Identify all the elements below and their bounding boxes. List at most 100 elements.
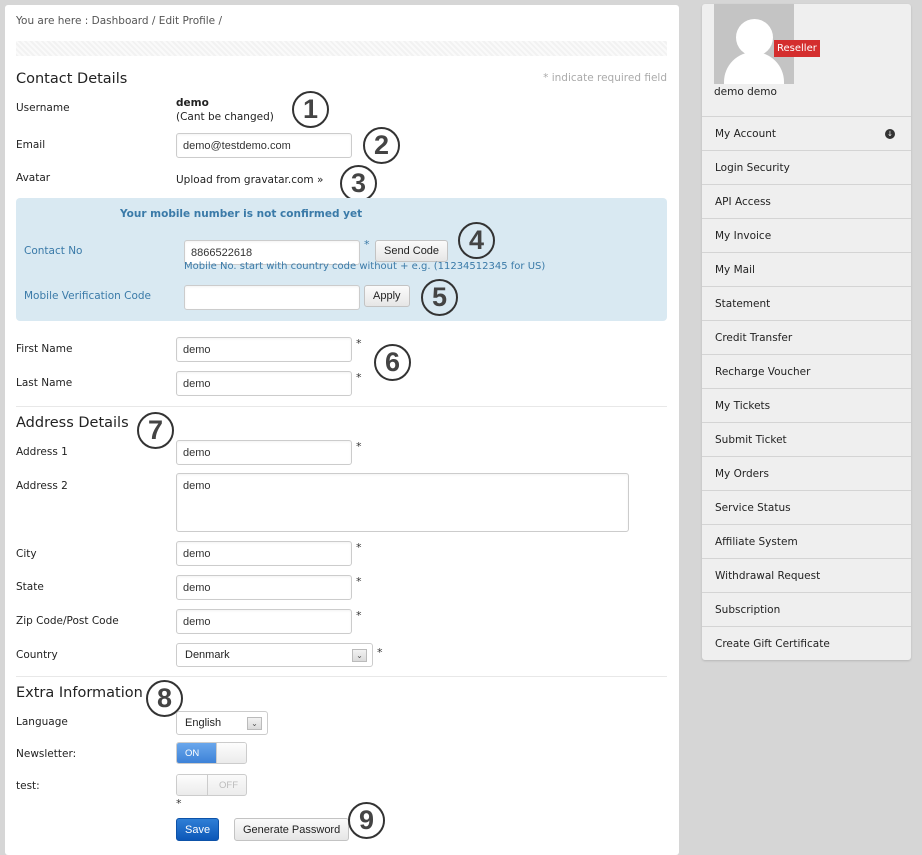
verification-code-input[interactable] <box>184 285 360 310</box>
download-arrow-icon: ↓ <box>885 129 895 139</box>
sidebar-item-label: My Mail <box>715 264 755 276</box>
mobile-verification-box: Your mobile number is not confirmed yet … <box>16 198 667 321</box>
required-mark: * <box>356 609 362 622</box>
test-toggle[interactable]: OFF <box>176 774 247 796</box>
sidebar-item-my-mail[interactable]: My Mail <box>702 252 911 286</box>
last-name-label: Last Name <box>16 377 73 389</box>
sidebar-item-my-orders[interactable]: My Orders <box>702 456 911 490</box>
toggle-on-label: ON <box>177 743 217 763</box>
main-panel: You are here : Dashboard / Edit Profile … <box>5 5 679 855</box>
test-label: test: <box>16 780 40 792</box>
save-button[interactable]: Save <box>176 818 220 841</box>
sidebar-item-create-gift-certificate[interactable]: Create Gift Certificate <box>702 626 911 660</box>
breadcrumb: You are here : Dashboard / Edit Profile … <box>16 15 223 27</box>
sidebar-item-label: Withdrawal Request <box>715 570 821 582</box>
sidebar-item-label: Subscription <box>715 604 781 616</box>
sidebar-item-credit-transfer[interactable]: Credit Transfer <box>702 320 911 354</box>
required-mark: * <box>364 238 370 251</box>
sidebar-item-withdrawal-request[interactable]: Withdrawal Request <box>702 558 911 592</box>
email-input[interactable] <box>176 133 352 158</box>
chevron-down-icon: ⌄ <box>247 717 262 730</box>
required-mark: * <box>356 440 362 453</box>
city-label: City <box>16 548 37 560</box>
sidebar-item-label: Credit Transfer <box>715 332 793 344</box>
language-select[interactable]: English ⌄ <box>176 711 268 735</box>
sidebar-item-label: Affiliate System <box>715 536 798 548</box>
avatar-placeholder-icon <box>736 19 773 56</box>
callout-7: 7 <box>137 412 174 449</box>
apply-button[interactable]: Apply <box>364 285 410 307</box>
sidebar-item-my-tickets[interactable]: My Tickets <box>702 388 911 422</box>
first-name-input[interactable] <box>176 337 352 362</box>
zip-label: Zip Code/Post Code <box>16 615 119 627</box>
section-divider <box>16 676 667 677</box>
address2-label: Address 2 <box>16 480 68 492</box>
sidebar-item-my-invoice[interactable]: My Invoice <box>702 218 911 252</box>
sidebar-item-api-access[interactable]: API Access <box>702 184 911 218</box>
sidebar: Reseller demo demo My Account ↓ Login Sec… <box>702 4 911 660</box>
newsletter-toggle[interactable]: ON <box>176 742 247 764</box>
sidebar-item-label: Create Gift Certificate <box>715 638 830 650</box>
generate-password-button[interactable]: Generate Password <box>234 818 350 841</box>
required-mark: * <box>377 646 383 659</box>
country-label: Country <box>16 649 58 661</box>
country-select[interactable]: Denmark ⌄ <box>176 643 373 667</box>
callout-5: 5 <box>421 279 458 316</box>
required-mark: * <box>356 371 362 384</box>
required-mark: * <box>356 541 362 554</box>
mobile-unconfirmed-warning: Your mobile number is not confirmed yet <box>120 208 363 220</box>
last-name-input[interactable] <box>176 371 352 396</box>
callout-3: 3 <box>340 165 377 202</box>
state-label: State <box>16 581 44 593</box>
sidebar-item-label: Submit Ticket <box>715 434 787 446</box>
state-input[interactable] <box>176 575 352 600</box>
address-details-heading: Address Details <box>16 415 129 431</box>
sidebar-item-submit-ticket[interactable]: Submit Ticket <box>702 422 911 456</box>
sidebar-item-recharge-voucher[interactable]: Recharge Voucher <box>702 354 911 388</box>
send-code-button[interactable]: Send Code <box>375 240 449 262</box>
address1-input[interactable] <box>176 440 352 465</box>
username-value: demo <box>176 97 209 109</box>
callout-4: 4 <box>458 222 495 259</box>
sidebar-item-label: My Account <box>715 128 777 140</box>
sidebar-item-label: My Orders <box>715 468 769 480</box>
first-name-label: First Name <box>16 343 73 355</box>
language-label: Language <box>16 716 68 728</box>
sidebar-item-label: API Access <box>715 196 771 208</box>
required-mark: * <box>176 797 182 810</box>
user-name: demo demo <box>714 86 777 98</box>
callout-6: 6 <box>374 344 411 381</box>
username-note: (Cant be changed) <box>176 111 274 123</box>
sidebar-item-label: Statement <box>715 298 771 310</box>
sidebar-item-my-account[interactable]: My Account ↓ <box>702 116 911 150</box>
language-selected-value: English <box>185 717 222 729</box>
contact-no-hint: Mobile No. start with country code witho… <box>184 261 546 272</box>
callout-9: 9 <box>348 802 385 839</box>
sidebar-item-login-security[interactable]: Login Security <box>702 150 911 184</box>
reseller-badge: Reseller <box>774 40 820 57</box>
newsletter-label: Newsletter: <box>16 748 77 760</box>
contact-details-heading: Contact Details <box>16 71 128 87</box>
avatar-label: Avatar <box>16 172 51 184</box>
sidebar-item-label: Service Status <box>715 502 791 514</box>
extra-information-heading: Extra Information <box>16 685 143 701</box>
zip-input[interactable] <box>176 609 352 634</box>
sidebar-item-label: Login Security <box>715 162 790 174</box>
contact-no-label: Contact No <box>24 245 83 257</box>
sidebar-menu: My Account ↓ Login Security API Access My… <box>702 116 911 660</box>
email-label: Email <box>16 139 46 151</box>
city-input[interactable] <box>176 541 352 566</box>
toggle-off-label: OFF <box>219 780 238 791</box>
verification-code-label: Mobile Verification Code <box>24 290 151 302</box>
toggle-knob <box>216 743 246 763</box>
sidebar-item-statement[interactable]: Statement <box>702 286 911 320</box>
country-selected-value: Denmark <box>185 649 230 661</box>
sidebar-item-affiliate-system[interactable]: Affiliate System <box>702 524 911 558</box>
sidebar-item-service-status[interactable]: Service Status <box>702 490 911 524</box>
gravatar-upload-link[interactable]: Upload from gravatar.com » <box>176 174 323 186</box>
divider-stripe <box>16 41 667 56</box>
toggle-knob <box>177 775 208 795</box>
sidebar-item-label: My Tickets <box>715 400 771 412</box>
address2-textarea[interactable]: demo <box>176 473 629 532</box>
sidebar-item-subscription[interactable]: Subscription <box>702 592 911 626</box>
